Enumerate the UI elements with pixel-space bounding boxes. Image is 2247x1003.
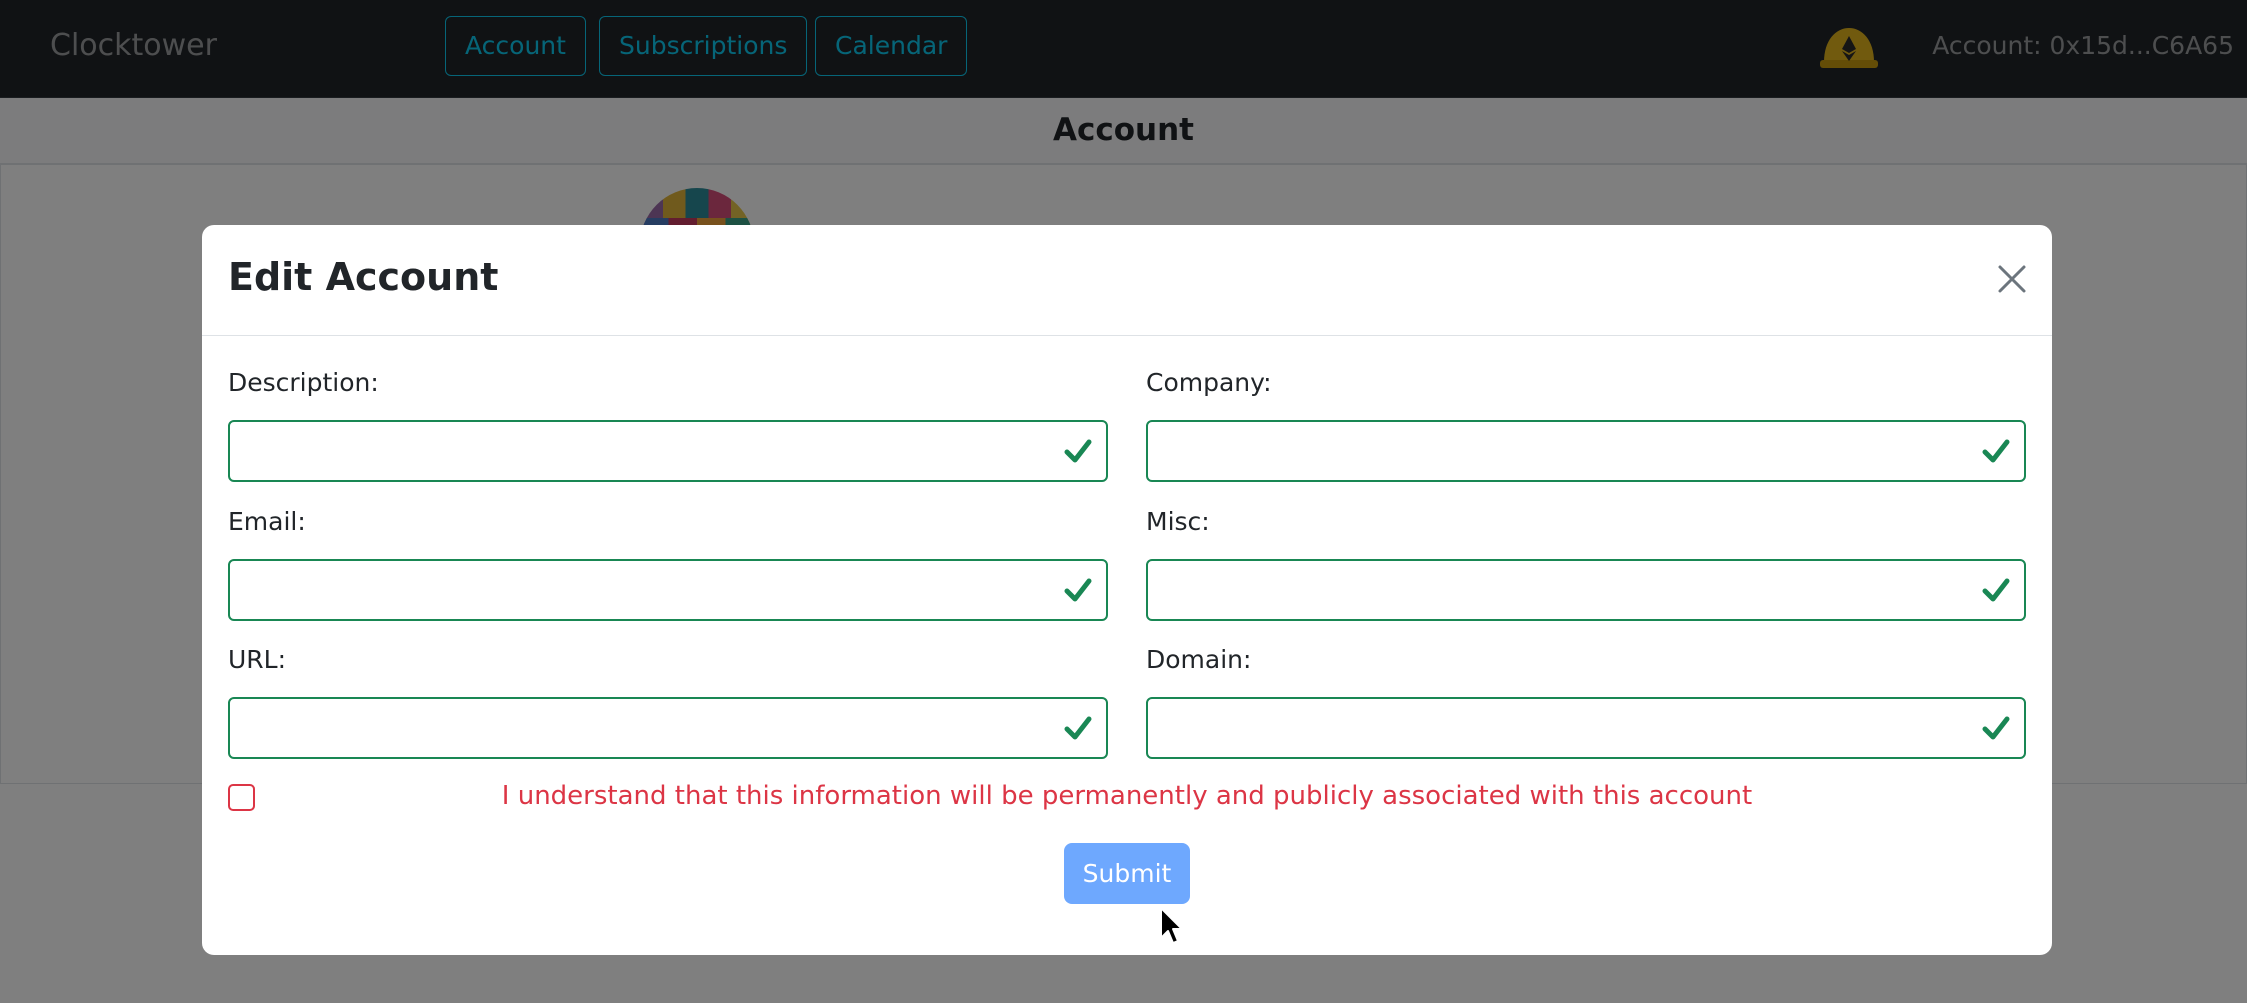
checkmark-icon <box>1064 578 1092 602</box>
url-input-wrap <box>228 697 1108 759</box>
misc-input-wrap <box>1146 559 2026 621</box>
description-input-wrap <box>228 420 1108 482</box>
modal-title: Edit Account <box>228 255 499 299</box>
consent-label: I understand that this information will … <box>501 781 1753 811</box>
url-field-group: URL: <box>228 643 1108 759</box>
misc-label: Misc: <box>1146 507 1210 536</box>
company-field-group: Company: <box>1146 366 2026 482</box>
edit-account-modal: Edit Account Description: Company: Email… <box>202 225 2052 955</box>
modal-header: Edit Account <box>202 225 2052 336</box>
url-input[interactable] <box>230 699 1106 757</box>
description-input[interactable] <box>230 422 1106 480</box>
description-field-group: Description: <box>228 366 1108 482</box>
domain-input[interactable] <box>1148 699 2024 757</box>
domain-field-group: Domain: <box>1146 643 2026 759</box>
misc-field-group: Misc: <box>1146 505 2026 621</box>
checkmark-icon <box>1982 716 2010 740</box>
company-input[interactable] <box>1148 422 2024 480</box>
close-icon[interactable] <box>1992 259 2032 299</box>
email-input-wrap <box>228 559 1108 621</box>
email-input[interactable] <box>230 561 1106 619</box>
checkmark-icon <box>1982 578 2010 602</box>
company-input-wrap <box>1146 420 2026 482</box>
description-label: Description: <box>228 368 379 397</box>
submit-button[interactable]: Submit <box>1064 843 1190 904</box>
checkmark-icon <box>1064 716 1092 740</box>
misc-input[interactable] <box>1148 561 2024 619</box>
checkmark-icon <box>1064 439 1092 463</box>
checkmark-icon <box>1982 439 2010 463</box>
email-label: Email: <box>228 507 306 536</box>
email-field-group: Email: <box>228 505 1108 621</box>
mouse-cursor-icon <box>1160 907 1183 944</box>
consent-checkbox[interactable] <box>228 784 255 811</box>
url-label: URL: <box>228 645 287 674</box>
company-label: Company: <box>1146 368 1272 397</box>
domain-input-wrap <box>1146 697 2026 759</box>
domain-label: Domain: <box>1146 645 1252 674</box>
